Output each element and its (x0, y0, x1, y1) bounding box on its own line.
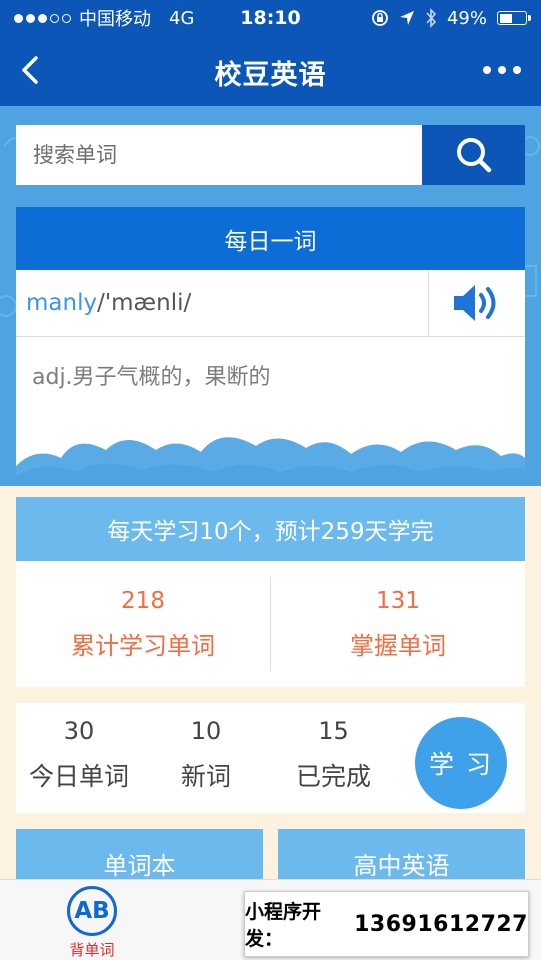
study-plan-card: 每天学习10个，预计259天学完 218 累计学习单词 131 掌握单词 (16, 497, 525, 687)
nav-bar: 校豆英语 (0, 36, 541, 106)
today-value: 15 (318, 717, 349, 745)
banner-label: 小程序开发： (245, 901, 322, 950)
stat-value: 131 (376, 587, 420, 614)
learn-button[interactable]: 学习 (415, 717, 507, 809)
tab-memorize[interactable]: AB 背单词 (62, 886, 122, 960)
stat-total-learned[interactable]: 218 累计学习单词 (16, 588, 270, 661)
bluetooth-icon (426, 8, 437, 28)
word-meaning: adj.男子气概的，果断的 (32, 365, 271, 390)
phonetic: /'mænli/ (97, 290, 192, 316)
today-label: 今日单词 (28, 762, 129, 791)
signal-icon (14, 13, 71, 23)
pronounce-button[interactable] (428, 270, 525, 336)
today-value: 10 (190, 717, 222, 745)
search-input[interactable] (16, 125, 422, 185)
contact-banner: 小程序开发： 13691612727 (244, 891, 529, 957)
network-label: 4G (169, 7, 195, 29)
battery-percent: 49% (446, 7, 487, 29)
new-words: 10 新词 (166, 717, 246, 793)
ab-icon: AB (67, 886, 117, 936)
today-words: 30 今日单词 (24, 717, 134, 793)
plan-stats: 218 累计学习单词 131 掌握单词 (16, 561, 525, 687)
battery-fill (499, 13, 512, 23)
stat-label: 累计学习单词 (71, 631, 215, 660)
banner-phone: 13691612727 (354, 911, 528, 937)
tab-label: 背单词 (69, 941, 115, 959)
search-button[interactable] (422, 125, 525, 185)
today-label: 已完成 (295, 762, 371, 791)
page-title: 校豆英语 (214, 60, 327, 91)
more-dots-icon[interactable] (483, 66, 521, 74)
status-bar: 中国移动 4G 18:10 49% (0, 0, 541, 36)
cloud-decoration (16, 437, 525, 486)
speaker-icon (454, 285, 496, 321)
daily-word[interactable]: manly (26, 290, 97, 316)
carrier-label: 中国移动 (79, 9, 151, 30)
stat-value: 218 (121, 587, 165, 614)
word-row: manly/'mænli/ (16, 270, 525, 337)
rotation-lock-icon (372, 10, 388, 26)
search-icon (456, 138, 491, 173)
stat-label: 掌握单词 (350, 631, 446, 660)
stat-mastered[interactable]: 131 掌握单词 (271, 588, 525, 661)
category-row: 单词本 高中英语 (16, 829, 525, 889)
today-card: 30 今日单词 10 新词 15 已完成 学习 (16, 703, 525, 813)
plan-header: 每天学习10个，预计259天学完 (16, 497, 525, 561)
today-value: 30 (63, 717, 95, 745)
location-icon (399, 11, 414, 25)
completed-words: 15 已完成 (281, 717, 386, 793)
daily-word-header: 每日一词 (16, 207, 525, 270)
today-label: 新词 (180, 762, 231, 791)
daily-word-card: 每日一词 manly/'mænli/ adj.男子气概的，果断的 (16, 207, 525, 486)
search-bar (16, 125, 525, 185)
word-text: manly/'mænli/ (16, 270, 428, 336)
battery-icon (497, 11, 531, 25)
